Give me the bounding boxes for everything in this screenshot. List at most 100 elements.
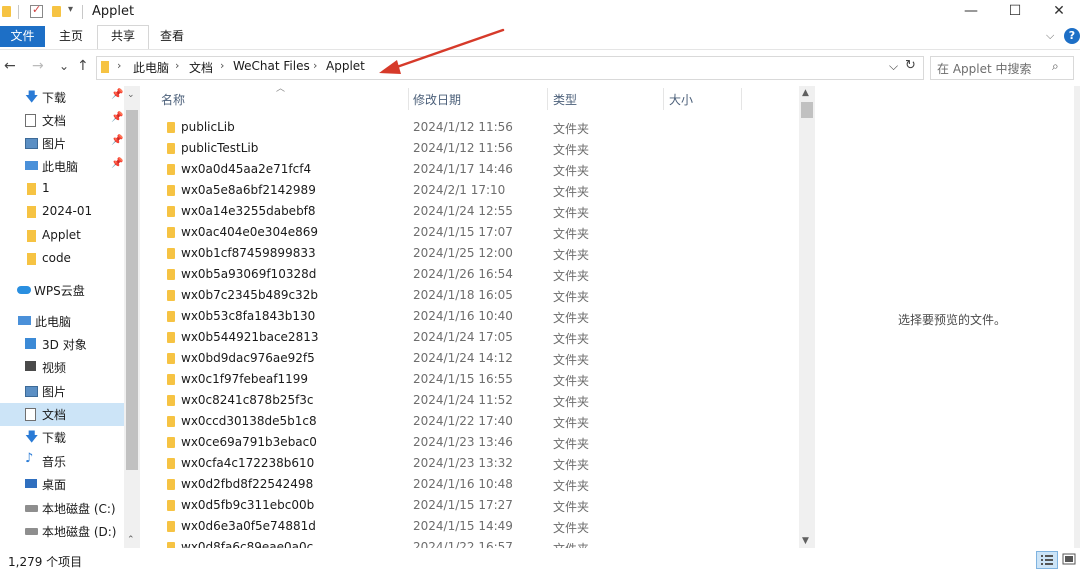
tab-file[interactable]: 文件 <box>0 26 45 47</box>
pin-icon[interactable]: 📌 <box>111 89 123 100</box>
sidebar-item-pictures-pc[interactable]: 图片 <box>0 380 124 403</box>
expand-ribbon-icon[interactable]: ⌵ <box>1046 29 1054 43</box>
large-icons-view-button[interactable] <box>1060 551 1078 567</box>
new-folder-icon[interactable] <box>52 6 61 17</box>
file-row[interactable]: wx0cfa4c172238b610 2024/1/23 13:32 文件夹 <box>158 453 798 474</box>
address-dropdown-icon[interactable]: ⌵ <box>889 59 898 74</box>
file-row[interactable]: wx0a0d45aa2e71fcf4 2024/1/17 14:46 文件夹 <box>158 159 798 180</box>
minimize-button[interactable]: — <box>948 0 994 24</box>
folder-icon <box>167 185 175 196</box>
scroll-down-icon[interactable]: ▼ <box>802 536 809 546</box>
properties-icon[interactable] <box>30 3 43 18</box>
file-row[interactable]: publicLib 2024/1/12 11:56 文件夹 <box>158 117 798 138</box>
scroll-up-icon[interactable]: ⌄ <box>127 90 135 100</box>
breadcrumb-applet[interactable]: Applet <box>326 59 365 73</box>
file-row[interactable]: wx0ccd30138de5b1c8 2024/1/22 17:40 文件夹 <box>158 411 798 432</box>
pin-icon[interactable]: 📌 <box>111 112 123 123</box>
sidebar-item-this-pc-quick[interactable]: 此电脑 📌 <box>0 155 124 178</box>
breadcrumb-separator[interactable]: › <box>220 59 224 72</box>
sidebar-item-documents-pc[interactable]: 文档 <box>0 403 124 426</box>
column-header-size[interactable]: 大小 <box>669 91 693 108</box>
column-divider[interactable] <box>741 88 742 110</box>
sidebar-item-3d-objects[interactable]: 3D 对象 <box>0 333 124 356</box>
sidebar-item-folder-code[interactable]: code <box>0 248 124 271</box>
file-row[interactable]: wx0c1f97febeaf1199 2024/1/15 16:55 文件夹 <box>158 369 798 390</box>
pin-icon[interactable]: 📌 <box>111 158 123 169</box>
drive-icon <box>25 505 38 512</box>
sidebar-item-folder-1[interactable]: 1 <box>0 178 124 201</box>
details-view-icon <box>1041 555 1053 565</box>
breadcrumb-separator[interactable]: › <box>117 59 121 72</box>
refresh-button[interactable]: ↻ <box>905 58 916 73</box>
sidebar-item-folder-applet[interactable]: Applet <box>0 225 124 248</box>
breadcrumb-wechat-files[interactable]: WeChat Files <box>233 59 310 73</box>
file-row[interactable]: wx0b53c8fa1843b130 2024/1/16 10:40 文件夹 <box>158 306 798 327</box>
sidebar-item-wps-cloud[interactable]: WPS云盘 <box>0 279 124 302</box>
file-row[interactable]: wx0d2fbd8f22542498 2024/1/16 10:48 文件夹 <box>158 474 798 495</box>
search-icon[interactable]: ⌕ <box>1052 59 1059 74</box>
file-row[interactable]: wx0a5e8a6bf2142989 2024/2/1 17:10 文件夹 <box>158 180 798 201</box>
sidebar-item-drive-d[interactable]: 本地磁盘 (D:) <box>0 520 124 543</box>
breadcrumb-this-pc[interactable]: 此电脑 <box>133 59 169 76</box>
file-row[interactable]: wx0ce69a791b3ebac0 2024/1/23 13:46 文件夹 <box>158 432 798 453</box>
column-divider[interactable] <box>408 88 409 110</box>
download-icon: 🡇 <box>25 90 39 105</box>
forward-button[interactable]: → <box>32 58 44 74</box>
preview-scrollbar[interactable] <box>1074 86 1080 548</box>
sidebar-item-downloads[interactable]: 🡇 下载 📌 <box>0 86 124 109</box>
sidebar-item-desktop[interactable]: 桌面 <box>0 473 124 496</box>
file-row[interactable]: wx0ac404e0e304e869 2024/1/15 17:07 文件夹 <box>158 222 798 243</box>
sidebar-item-this-pc[interactable]: 此电脑 <box>0 310 124 333</box>
back-button[interactable]: ← <box>4 58 16 74</box>
sidebar-item-pictures[interactable]: 图片 📌 <box>0 132 124 155</box>
help-icon[interactable]: ? <box>1064 28 1080 44</box>
sidebar-item-music[interactable]: ♪ 音乐 <box>0 450 124 473</box>
file-row[interactable]: wx0d5fb9c311ebc00b 2024/1/15 17:27 文件夹 <box>158 495 798 516</box>
file-row[interactable]: wx0b7c2345b489c32b 2024/1/18 16:05 文件夹 <box>158 285 798 306</box>
sidebar-item-drive-c[interactable]: 本地磁盘 (C:) <box>0 497 124 520</box>
file-row[interactable]: publicTestLib 2024/1/12 11:56 文件夹 <box>158 138 798 159</box>
column-header-type[interactable]: 类型 <box>553 91 577 108</box>
annotation-arrow <box>379 28 505 74</box>
column-divider[interactable] <box>663 88 664 110</box>
sidebar-item-documents[interactable]: 文档 📌 <box>0 109 124 132</box>
up-button[interactable]: ↑ <box>77 58 89 74</box>
file-row[interactable]: wx0d6e3a0f5e74881d 2024/1/15 14:49 文件夹 <box>158 516 798 537</box>
tab-view[interactable]: 查看 <box>147 26 197 47</box>
sidebar-item-videos[interactable]: 视频 <box>0 356 124 379</box>
file-list-scrollbar[interactable] <box>799 86 815 548</box>
details-view-button[interactable] <box>1036 551 1058 569</box>
file-row[interactable]: wx0b544921bace2813 2024/1/24 17:05 文件夹 <box>158 327 798 348</box>
sidebar-scroll-thumb[interactable] <box>126 110 138 470</box>
file-row[interactable]: wx0b1cf87459899833 2024/1/25 12:00 文件夹 <box>158 243 798 264</box>
file-row[interactable]: wx0b5a93069f10328d 2024/1/26 16:54 文件夹 <box>158 264 798 285</box>
breadcrumb-documents[interactable]: 文档 <box>189 59 213 76</box>
breadcrumb-separator[interactable]: › <box>313 59 317 72</box>
file-row[interactable]: wx0bd9dac976ae92f5 2024/1/24 14:12 文件夹 <box>158 348 798 369</box>
column-header-modified[interactable]: 修改日期 <box>413 91 461 108</box>
sidebar-item-label: 此电脑 <box>35 315 72 329</box>
breadcrumb-separator[interactable]: › <box>175 59 179 72</box>
customize-toolbar-icon[interactable]: ▾ <box>68 4 73 15</box>
file-type: 文件夹 <box>553 269 590 283</box>
pin-icon[interactable]: 📌 <box>111 135 123 146</box>
recent-locations-button[interactable]: ⌄ <box>59 59 69 73</box>
sidebar-item-label: 视频 <box>42 361 67 375</box>
file-name: publicLib <box>181 120 235 134</box>
folder-icon <box>167 437 175 448</box>
file-row[interactable]: wx0c8241c878b25f3c 2024/1/24 11:52 文件夹 <box>158 390 798 411</box>
sidebar-item-downloads-pc[interactable]: 🡇 下载 <box>0 426 124 449</box>
maximize-button[interactable]: ☐ <box>992 0 1038 24</box>
close-button[interactable]: ✕ <box>1036 0 1080 24</box>
file-list-scroll-thumb[interactable] <box>801 102 813 118</box>
file-row[interactable]: wx0a14e3255dabebf8 2024/1/24 12:55 文件夹 <box>158 201 798 222</box>
file-type: 文件夹 <box>553 227 590 241</box>
column-divider[interactable] <box>547 88 548 110</box>
tab-share[interactable]: 共享 <box>97 25 149 50</box>
scroll-down-icon[interactable]: ⌃ <box>127 535 135 545</box>
tab-home[interactable]: 主页 <box>46 26 96 47</box>
scroll-up-icon[interactable]: ▲ <box>802 88 809 98</box>
column-header-name[interactable]: 名称 <box>161 91 185 108</box>
sidebar-item-folder-2024-01[interactable]: 2024-01 <box>0 201 124 224</box>
file-type: 文件夹 <box>553 185 590 199</box>
